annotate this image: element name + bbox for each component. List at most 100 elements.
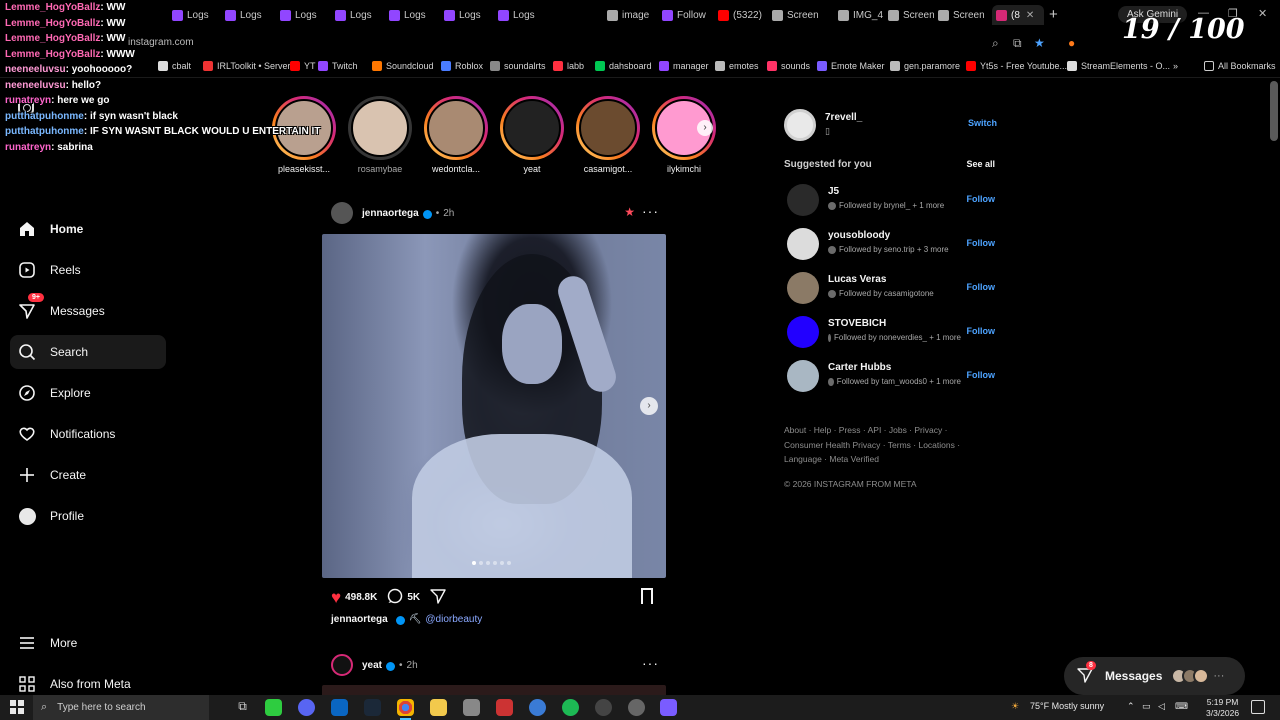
bookmark-star-icon[interactable]: ★ [1034,36,1045,50]
browser-tab[interactable]: (5322) [714,5,764,25]
avatar[interactable] [787,316,819,348]
suggested-username[interactable]: Lucas Veras [828,274,886,285]
more-options-icon[interactable]: ··· [642,203,659,219]
nav-search[interactable]: Search [10,335,166,369]
bookmark-item[interactable]: labb [553,61,584,71]
suggested-username[interactable]: Carter Hubbs [828,362,891,373]
nav-profile[interactable]: Profile [10,499,166,533]
bookmark-item[interactable]: Yt5s - Free Youtube... [966,61,1067,71]
app-purple-icon[interactable] [660,699,677,716]
app-circle-icon[interactable] [628,699,645,716]
story-item[interactable]: wedontcla... [420,96,492,174]
tab-close-icon[interactable]: ✕ [1026,10,1034,21]
app-blue-icon[interactable] [331,699,348,716]
account-username[interactable]: 7revell_ [825,112,862,123]
bookmark-item[interactable]: emotes [715,61,759,71]
comment-icon[interactable] [387,588,403,607]
steam-icon[interactable] [364,699,381,716]
all-bookmarks-folder[interactable]: All Bookmarks [1204,61,1276,71]
avatar[interactable] [787,228,819,260]
carousel-next-icon[interactable]: › [640,397,658,415]
post-avatar[interactable] [331,202,353,224]
nav-home[interactable]: Home [10,212,166,246]
browser-tab[interactable]: (8 ✕ [992,5,1044,25]
bookmarks-overflow-icon[interactable]: » [1173,61,1178,71]
caption-username[interactable]: jennaortega [331,614,388,625]
bookmark-item[interactable]: Emote Maker [817,61,885,71]
footer-line[interactable]: About · Help · Press · API · Jobs · Priv… [784,423,984,438]
bookmark-item[interactable]: Soundcloud [372,61,434,71]
browser-tab[interactable]: Screen [884,5,934,25]
page-scrollbar[interactable] [1270,81,1278,141]
browser-tab[interactable]: Logs [494,5,544,25]
nav-messages[interactable]: 9+ Messages [10,293,166,328]
avatar[interactable] [784,109,816,141]
zoom-icon[interactable]: ⌕ [992,36,999,51]
see-all-link[interactable]: See all [966,159,995,169]
new-tab-button[interactable]: + [1049,6,1058,23]
switch-account-button[interactable]: Switch [968,118,997,128]
discord-icon[interactable] [298,699,315,716]
browser-tab[interactable]: Logs [440,5,490,25]
suggested-username[interactable]: yousobloody [828,230,890,241]
weather-text[interactable]: 75°F Mostly sunny [1030,701,1104,711]
footer-line[interactable]: Language · Meta Verified [784,452,984,467]
more-options-icon[interactable]: ··· [642,655,659,671]
app-red-icon[interactable] [496,699,513,716]
story-item[interactable]: casamigot... [572,96,644,174]
nav-notifications[interactable]: Notifications [10,417,166,451]
bookmark-item[interactable]: dahsboard [595,61,652,71]
post-username[interactable]: jennaortega [362,208,419,219]
story-item[interactable]: ilykimchi [648,96,720,174]
caption-mention-link[interactable]: @diorbeauty [425,614,482,625]
save-bookmark-icon[interactable] [641,588,653,604]
obs-icon[interactable] [595,699,612,716]
spotify-icon[interactable] [562,699,579,716]
follow-button[interactable]: Follow [967,370,996,380]
suggested-username[interactable]: STOVEBICH [828,318,886,329]
browser-tab[interactable]: Screen [934,5,984,25]
tray-chevron-icon[interactable]: ⌃ [1127,701,1135,712]
bookmark-item[interactable]: Roblox [441,61,483,71]
messages-pill-button[interactable]: 8 Messages ··· [1064,657,1245,695]
app-c-icon[interactable] [529,699,546,716]
bookmark-item[interactable]: manager [659,61,709,71]
file-explorer-icon[interactable] [430,699,447,716]
follow-button[interactable]: Follow [967,194,996,204]
follow-button[interactable]: Follow [967,326,996,336]
nav-more[interactable]: More [10,626,166,660]
notification-center-icon[interactable] [1251,700,1265,714]
browser-tab[interactable]: image [603,5,653,25]
taskbar-search[interactable]: ⌕ Type here to search [33,695,209,720]
avatar[interactable] [787,360,819,392]
close-icon[interactable]: ✕ [1258,7,1267,20]
task-view-icon[interactable]: ⧉ [234,699,251,716]
bookmark-item[interactable]: sounds [767,61,810,71]
bookmark-item[interactable]: soundalrts [490,61,546,71]
browser-tab[interactable]: Screen [768,5,818,25]
like-heart-icon[interactable]: ♥ [331,589,341,606]
nav-reels[interactable]: Reels [10,253,166,287]
taskbar-clock[interactable]: 5:19 PM 3/3/2026 [1206,697,1239,719]
chrome-icon[interactable] [397,699,414,720]
browser-tab[interactable]: IMG_4 [834,5,884,25]
nav-explore[interactable]: Explore [10,376,166,410]
like-count[interactable]: 498.8K [345,592,377,603]
stories-next-icon[interactable]: › [697,120,713,136]
browser-tab[interactable]: Follow [658,5,708,25]
share-icon[interactable] [430,588,446,607]
bookmark-item[interactable]: gen.paramore [890,61,960,71]
app-green-icon[interactable] [265,699,282,716]
extension-icon[interactable]: ● [1068,36,1075,50]
footer-line[interactable]: Consumer Health Privacy · Terms · Locati… [784,438,984,453]
story-item[interactable]: yeat [496,96,568,174]
post-username[interactable]: yeat [362,660,382,671]
nav-create[interactable]: Create [10,458,166,492]
avatar[interactable] [787,184,819,216]
browser-tab[interactable]: Logs [385,5,435,25]
windows-start-icon[interactable] [10,700,24,714]
post-image[interactable] [322,685,666,695]
volume-icon[interactable]: ◁ [1158,701,1165,712]
install-icon[interactable]: ⧉ [1013,36,1022,51]
avatar[interactable] [787,272,819,304]
